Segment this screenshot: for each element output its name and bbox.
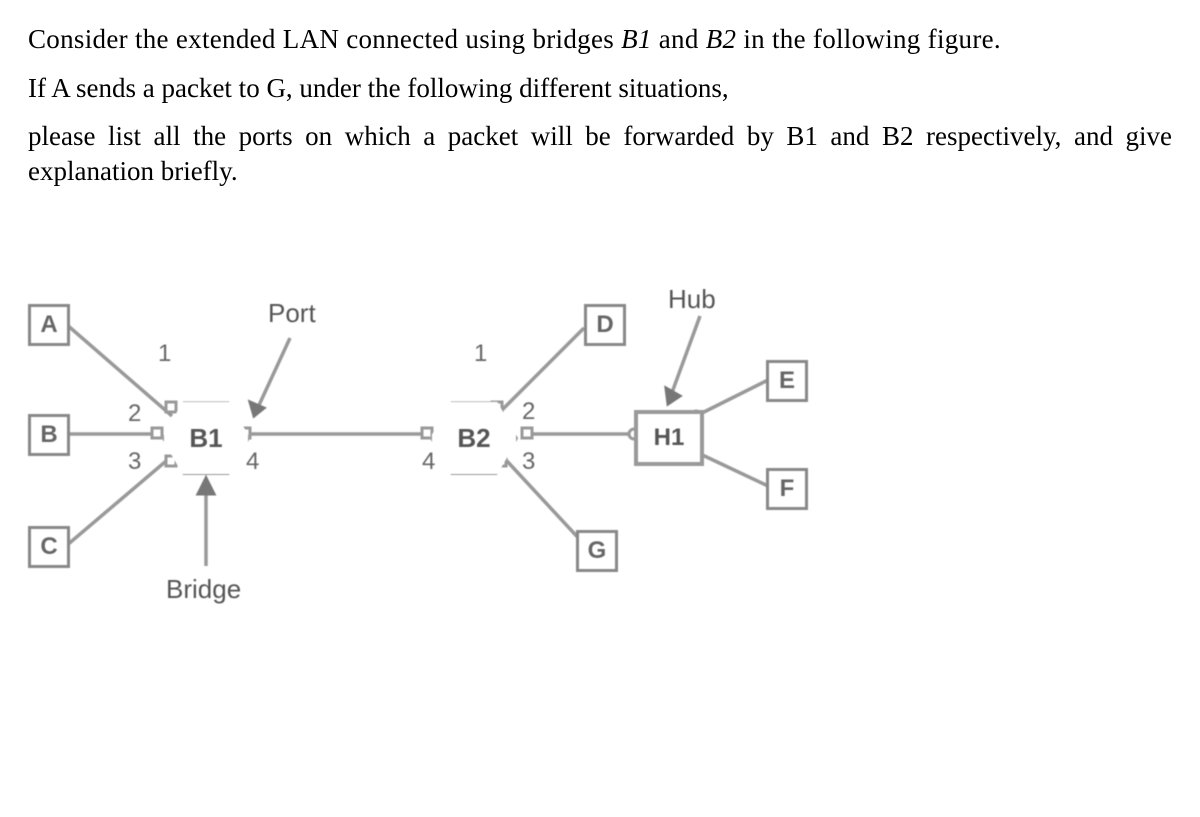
intro-line-2: If A sends a packet to G, under the foll… (28, 71, 1172, 106)
arrow-hub-head (666, 388, 680, 404)
port-stub (422, 428, 432, 438)
intro-line-3: please list all the ports on which a pac… (28, 119, 1172, 188)
edge-a-b1 (66, 324, 172, 416)
intro-part: and (652, 24, 706, 54)
port-stub (152, 428, 162, 438)
host-a: A (28, 304, 70, 346)
bridge-name-b1: B1 (621, 24, 652, 54)
edge-h1-e (696, 380, 768, 416)
host-b: B (28, 414, 70, 456)
port-stub (166, 402, 176, 412)
edge-h1-f (696, 452, 768, 486)
intro-part: Consider the extended LAN connected usin… (28, 24, 621, 54)
b1-port-4: 4 (246, 448, 259, 476)
arrow-port-head (250, 402, 264, 416)
host-g: G (576, 530, 618, 572)
b2-port-1: 1 (474, 340, 487, 368)
label-bridge: Bridge (166, 574, 241, 605)
edge-b2-g (506, 460, 584, 544)
network-diagram: A B C B1 B2 H1 D E F G Port Bridge Hub 1… (28, 298, 828, 638)
edge-b2-d (502, 328, 584, 410)
label-port: Port (268, 298, 316, 329)
host-e: E (766, 360, 808, 402)
hub-h1: H1 (634, 410, 704, 466)
edge-c-b1 (66, 456, 172, 546)
b2-port-4: 4 (422, 448, 435, 476)
b1-port-1: 1 (158, 340, 171, 368)
arrow-bridge-head (198, 478, 214, 494)
b2-port-3: 3 (522, 448, 535, 476)
arrow-port (254, 338, 290, 416)
b1-port-3: 3 (128, 448, 141, 476)
host-d: D (584, 304, 626, 346)
bridge-name-b2: B2 (706, 24, 737, 54)
b1-port-2: 2 (128, 400, 141, 428)
intro-part: in the following figure. (736, 24, 1001, 54)
question-text: Consider the extended LAN connected usin… (28, 22, 1172, 188)
host-c: C (28, 526, 70, 568)
arrow-hub (670, 316, 700, 398)
host-f: F (766, 468, 808, 510)
label-hub: Hub (668, 284, 716, 315)
port-stub (522, 428, 532, 438)
b2-port-2: 2 (522, 398, 535, 426)
